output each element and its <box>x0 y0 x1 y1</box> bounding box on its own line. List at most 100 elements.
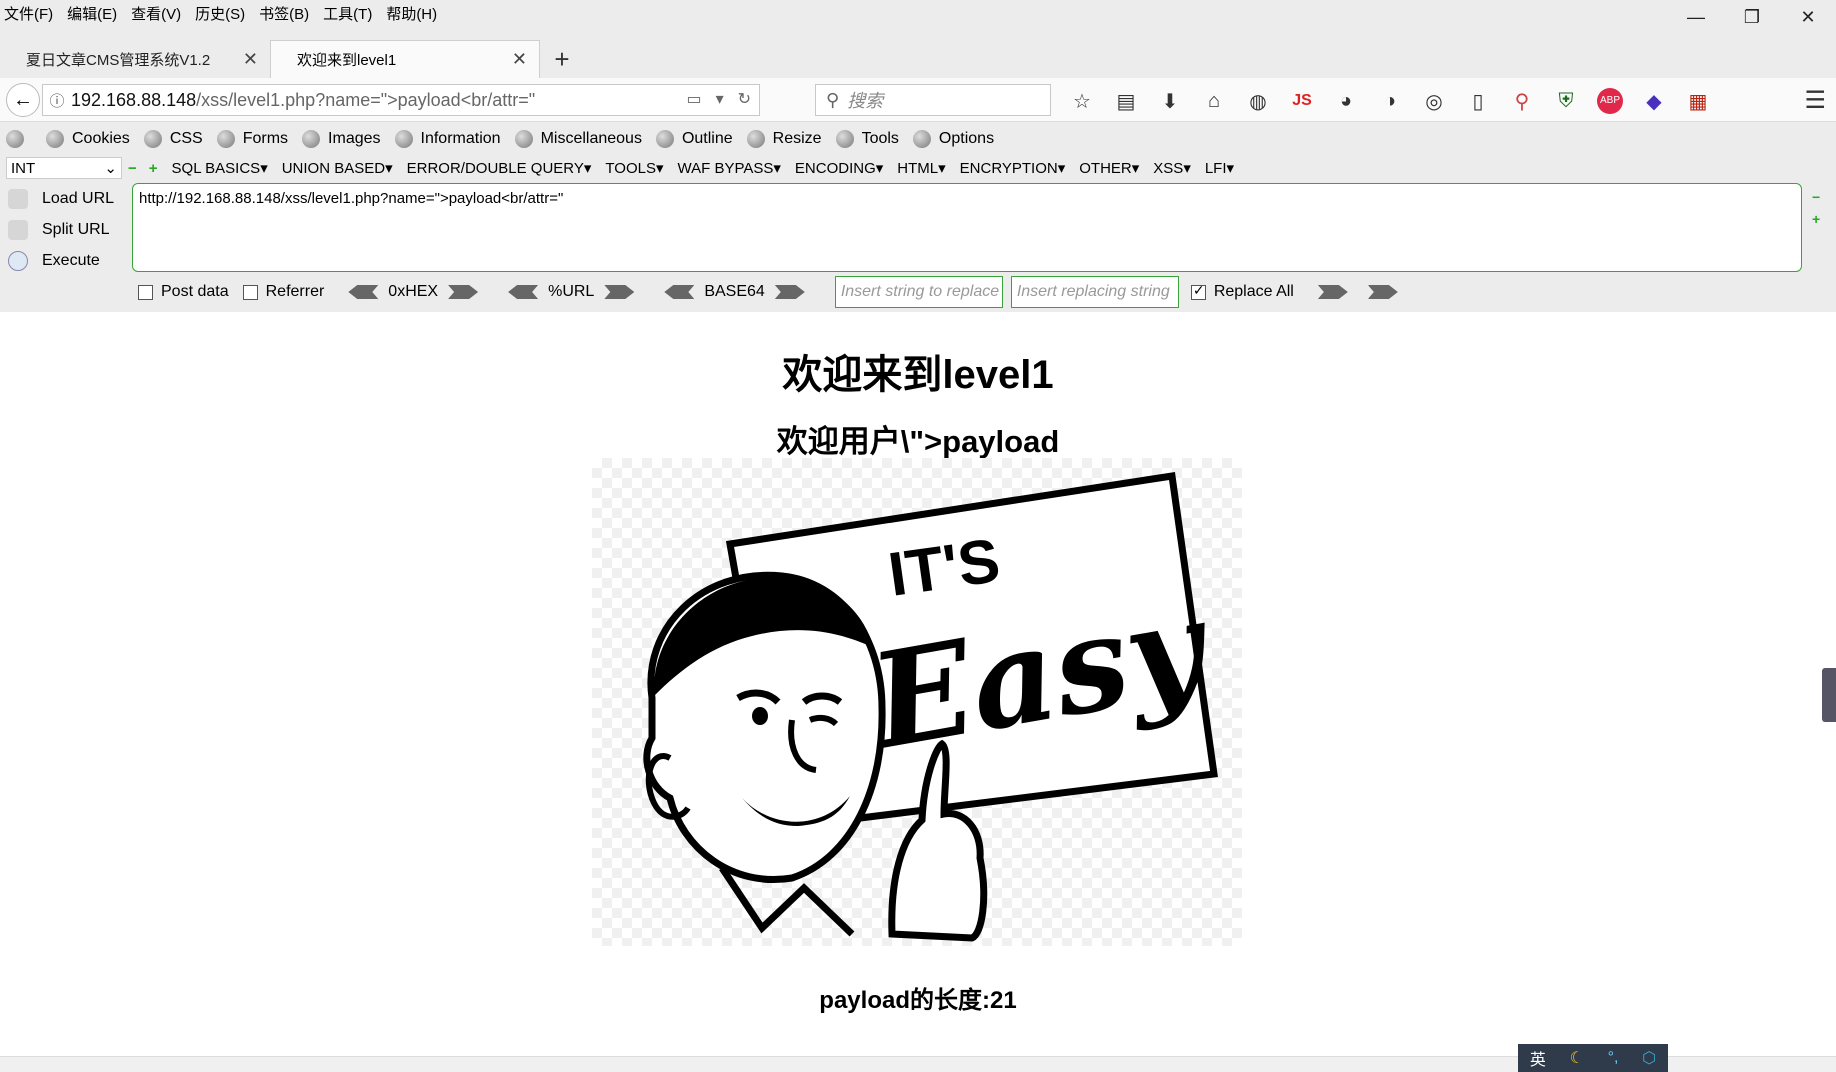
menu-encoding[interactable]: ENCODING▾ <box>795 159 883 177</box>
side-scroll-handle[interactable] <box>1822 668 1836 722</box>
menu-history[interactable]: 历史(S) <box>195 3 245 24</box>
menu-edit[interactable]: 编辑(E) <box>67 3 117 24</box>
images-icon <box>302 130 321 148</box>
menu-tools-hack[interactable]: TOOLS▾ <box>605 159 663 177</box>
menu-sql-basics[interactable]: SQL BASICS▾ <box>172 159 268 177</box>
menu-xss[interactable]: XSS▾ <box>1153 159 1191 177</box>
tab-cms[interactable]: 夏日文章CMS管理系统V1.2 ✕ <box>0 40 270 78</box>
devbar-css[interactable]: CSS <box>143 130 203 148</box>
star-icon[interactable]: ☆ <box>1060 89 1104 114</box>
menu-union-based[interactable]: UNION BASED▾ <box>282 159 393 177</box>
devbar-tools[interactable]: Tools <box>835 130 899 148</box>
punctuation-icon[interactable]: °, <box>1608 1049 1619 1067</box>
find-string-input[interactable]: Insert string to replace <box>834 276 1003 308</box>
device-icon[interactable]: ▯ <box>1456 89 1500 114</box>
info-icon[interactable]: ⓘ <box>43 90 71 111</box>
devbar-forms[interactable]: Forms <box>216 130 288 148</box>
hackbar-url-textarea[interactable]: http://192.168.88.148/xss/level1.php?nam… <box>132 183 1802 272</box>
information-icon <box>394 130 413 148</box>
cookies-icon <box>46 130 64 148</box>
minimize-button[interactable]: — <box>1668 0 1724 34</box>
navigation-bar: ← ⓘ 192.168.88.148 /xss/level1.php?name=… <box>0 78 1836 122</box>
new-tab-button[interactable]: + <box>540 40 584 78</box>
tab-title: 夏日文章CMS管理系统V1.2 <box>26 51 211 69</box>
js-icon[interactable]: JS <box>1280 92 1324 110</box>
abp-icon[interactable]: ABP <box>1597 88 1623 114</box>
grid-icon[interactable]: ▦ <box>1676 89 1720 114</box>
plus-icon[interactable]: + <box>149 160 158 177</box>
site-icon[interactable]: ▭ <box>686 89 701 109</box>
menu-html[interactable]: HTML▾ <box>897 159 945 177</box>
replace-go-icon[interactable] <box>1317 285 1348 299</box>
replace-all-checkbox[interactable]: Replace All <box>1190 282 1294 301</box>
tab-title: 欢迎来到level1 <box>297 52 397 69</box>
chevron-down-icon[interactable]: ▾ <box>716 89 724 109</box>
options-icon <box>912 130 931 148</box>
back-button[interactable]: ← <box>6 83 40 117</box>
load-url-button[interactable]: Load URL <box>0 183 128 214</box>
globe-icon[interactable]: ◍ <box>1236 89 1280 114</box>
menu-waf-bypass[interactable]: WAF BYPASS▾ <box>678 159 781 177</box>
home-icon[interactable]: ⌂ <box>1192 90 1236 113</box>
hackbar-options: Post data Referrer 0xHEX %URL BASE64 Ins… <box>138 276 1408 308</box>
devbar-outline[interactable]: Outline <box>655 130 733 148</box>
devbar-cookies[interactable]: Cookies <box>46 130 130 148</box>
ime-lang[interactable]: 英 <box>1530 1046 1546 1070</box>
page-title: 欢迎来到level1 <box>782 353 1054 397</box>
referrer-checkbox[interactable]: Referrer <box>242 283 324 301</box>
css-icon <box>143 130 162 148</box>
menu-lfi[interactable]: LFI▾ <box>1205 159 1234 177</box>
restore-button[interactable]: ❐ <box>1724 0 1780 34</box>
close-icon[interactable]: ✕ <box>512 49 527 70</box>
hex-encode-icon[interactable] <box>448 285 479 299</box>
devbar-miscellaneous[interactable]: Miscellaneous <box>514 130 642 148</box>
menu-error-double-query[interactable]: ERROR/DOUBLE QUERY▾ <box>407 159 592 177</box>
menu-other[interactable]: OTHER▾ <box>1079 159 1139 177</box>
search-ext-icon[interactable]: ⚲ <box>1500 89 1544 114</box>
download-icon[interactable]: ⬇ <box>1148 89 1192 114</box>
base64-decode-icon[interactable] <box>664 285 695 299</box>
gem-icon[interactable]: ◆ <box>1632 89 1676 114</box>
hex-decode-icon[interactable] <box>348 285 379 299</box>
base64-encode-icon[interactable] <box>774 285 805 299</box>
palette-icon[interactable]: ◑ <box>1368 90 1412 113</box>
post-data-checkbox[interactable]: Post data <box>138 283 229 301</box>
close-window-button[interactable]: ✕ <box>1780 0 1836 34</box>
menu-tools[interactable]: 工具(T) <box>323 3 372 24</box>
hackbar-resize-controls[interactable]: − + <box>1812 186 1820 230</box>
devbar-information[interactable]: Information <box>394 130 501 148</box>
menu-help[interactable]: 帮助(H) <box>386 3 437 24</box>
devbar-options[interactable]: Options <box>912 130 994 148</box>
network-icon[interactable]: ◕ <box>1324 90 1368 113</box>
url-decode-icon[interactable] <box>508 285 539 299</box>
ime-toolbar[interactable]: 英 ☾ °, ⬡ <box>1518 1044 1668 1072</box>
shield-icon[interactable]: ⛨ <box>1544 90 1588 113</box>
tab-level1[interactable]: 欢迎来到level1 ✕ <box>270 40 540 78</box>
execute-icon <box>8 250 28 271</box>
menu-bookmarks[interactable]: 书签(B) <box>259 3 309 24</box>
search-input[interactable]: ⚲ 搜索 <box>815 84 1051 116</box>
type-select[interactable]: INT ⌄ <box>6 157 122 179</box>
replace-next-icon[interactable] <box>1367 285 1398 299</box>
execute-button[interactable]: Execute <box>0 245 128 276</box>
minus-icon[interactable]: − <box>128 160 137 177</box>
menu-bar: 文件(F) 编辑(E) 查看(V) 历史(S) 书签(B) 工具(T) 帮助(H… <box>0 0 1836 26</box>
url-host: 192.168.88.148 <box>71 89 197 110</box>
moon-icon[interactable]: ☾ <box>1570 1048 1584 1068</box>
gear-icon[interactable] <box>6 130 32 148</box>
reload-icon[interactable]: ↻ <box>738 89 751 109</box>
split-url-button[interactable]: Split URL <box>0 214 128 245</box>
menu-icon[interactable]: ☰ <box>1804 86 1826 115</box>
address-bar[interactable]: ⓘ 192.168.88.148 /xss/level1.php?name=">… <box>42 84 760 116</box>
reader-icon[interactable]: ▤ <box>1104 89 1148 114</box>
menu-encryption[interactable]: ENCRYPTION▾ <box>960 159 1066 177</box>
url-encode-icon[interactable] <box>604 285 635 299</box>
devbar-resize[interactable]: Resize <box>746 130 822 148</box>
close-icon[interactable]: ✕ <box>243 49 258 70</box>
devbar-images[interactable]: Images <box>302 130 381 148</box>
menu-file[interactable]: 文件(F) <box>4 3 53 24</box>
replace-string-input[interactable]: Insert replacing string <box>1010 276 1179 308</box>
hexagon-icon[interactable]: ⬡ <box>1642 1048 1656 1068</box>
vpn-icon[interactable]: ◎ <box>1412 89 1456 114</box>
menu-view[interactable]: 查看(V) <box>131 3 181 24</box>
